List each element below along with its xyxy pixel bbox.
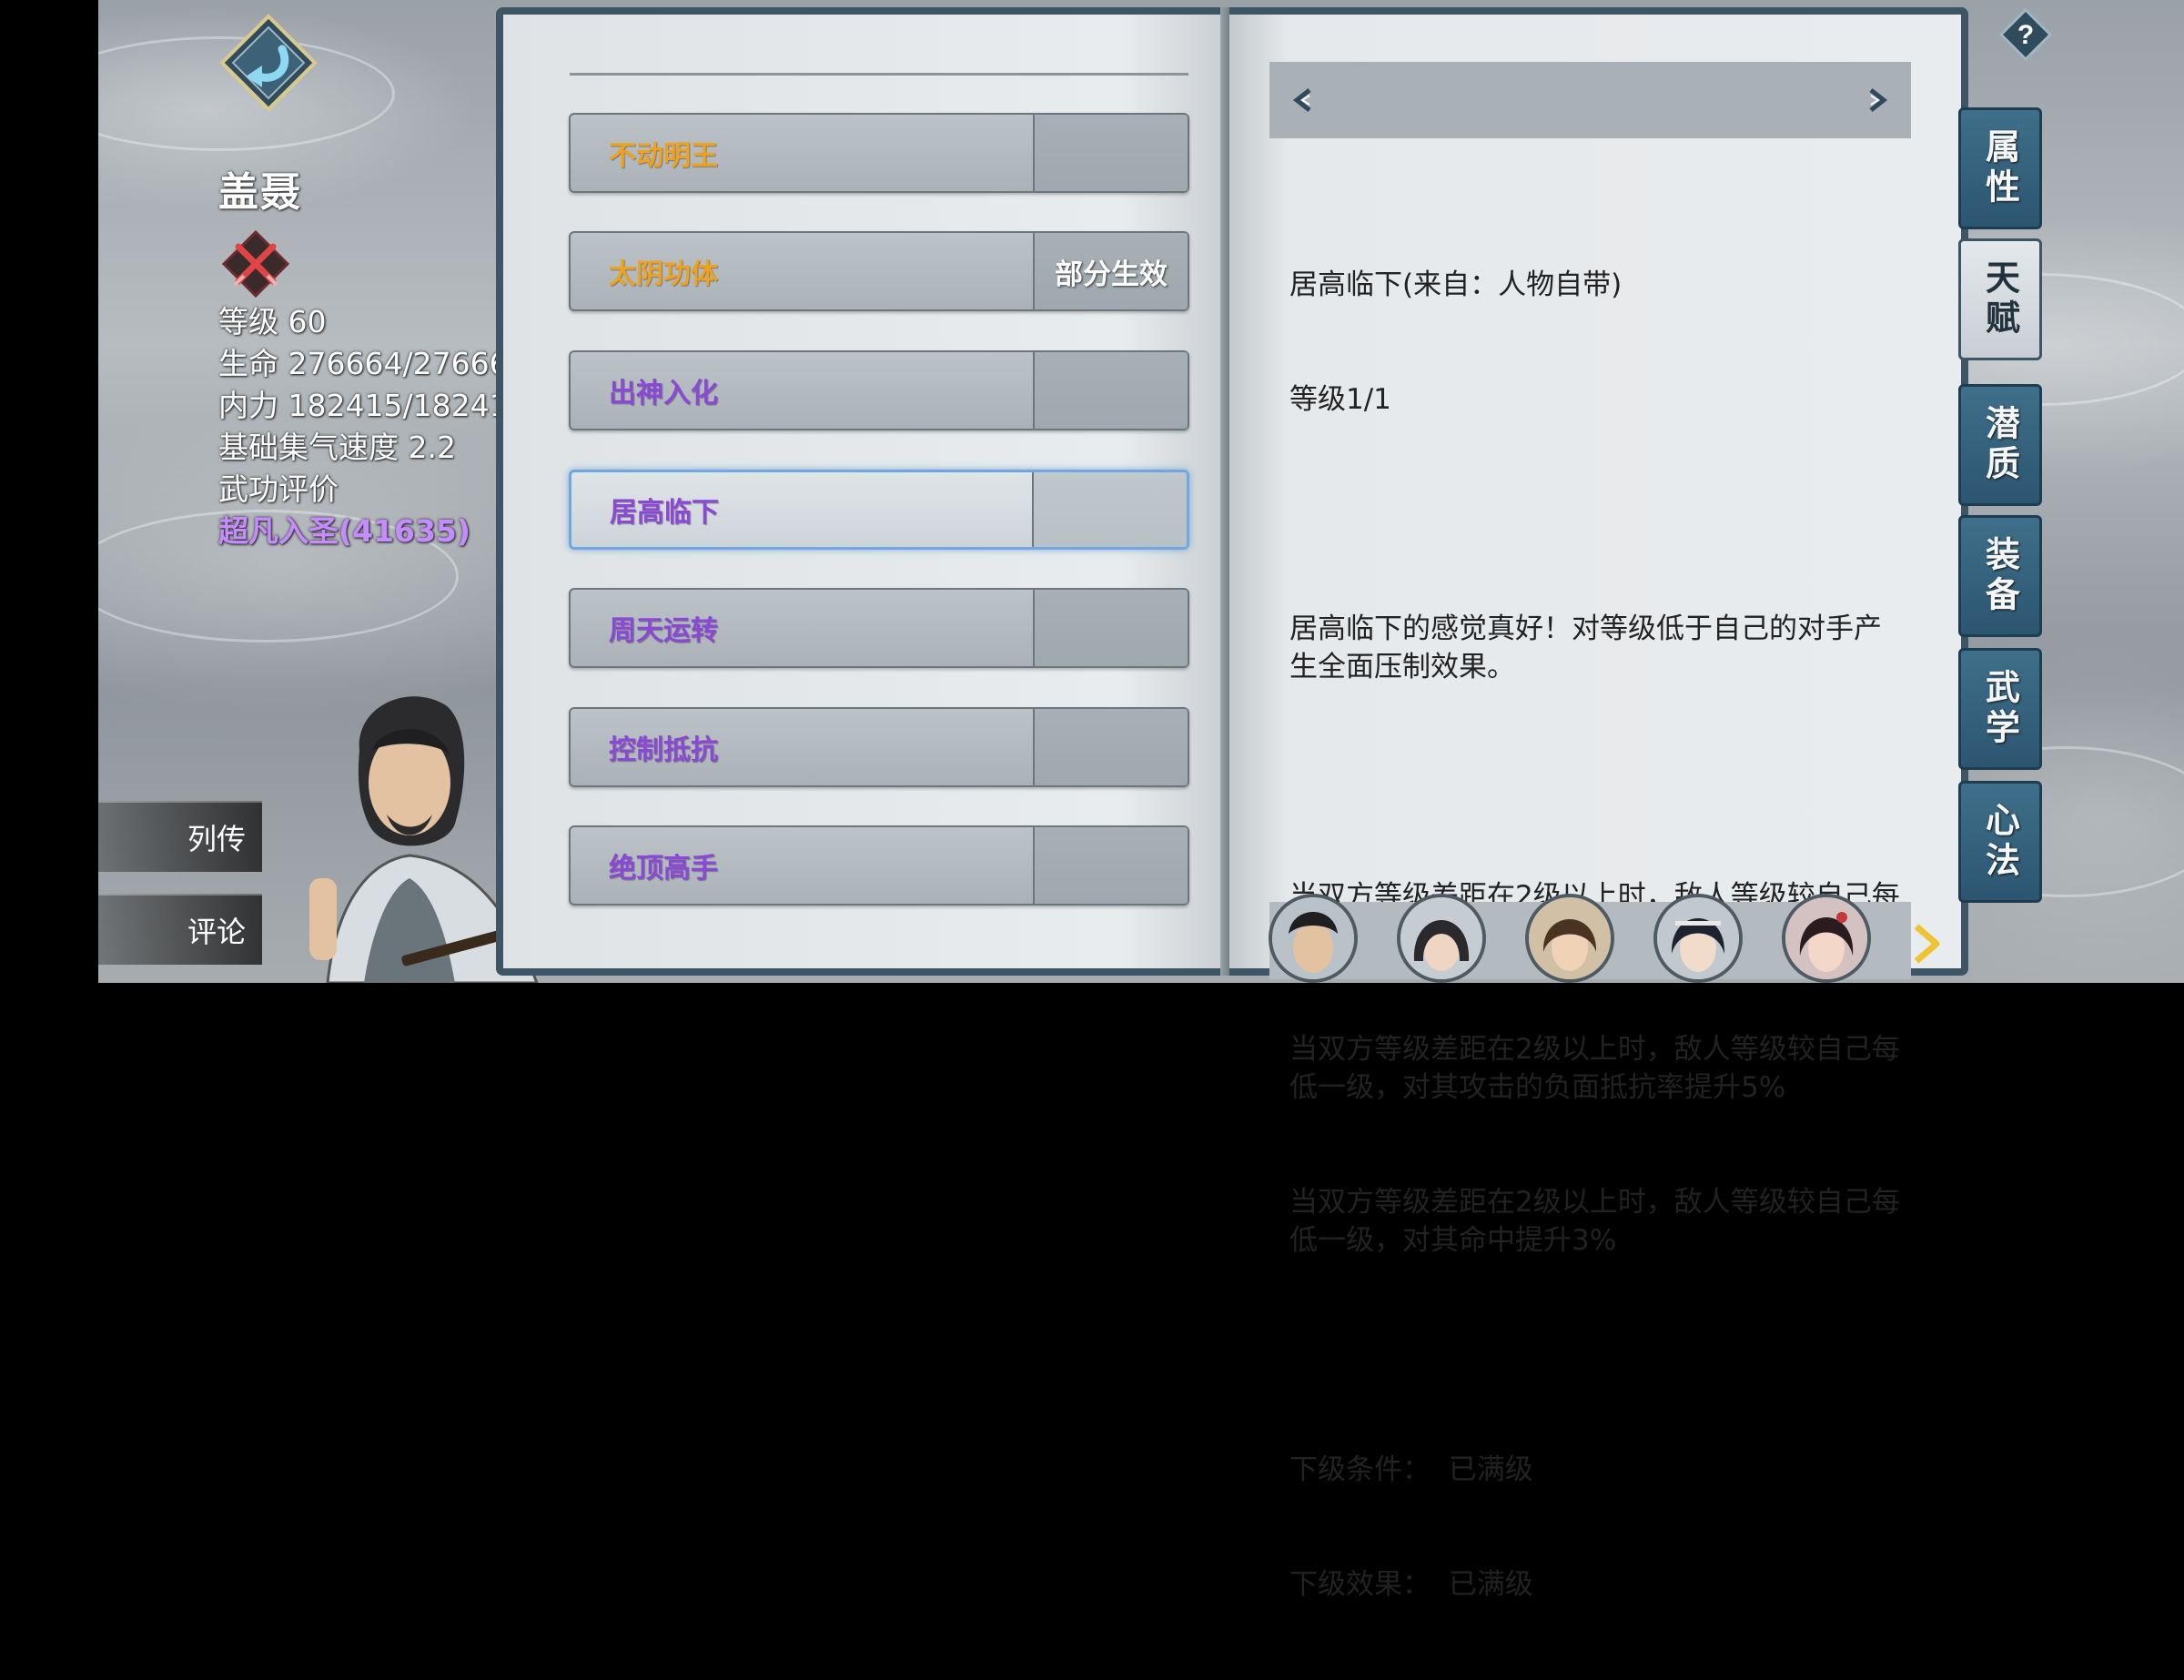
talent-name: 出神入化 — [609, 378, 718, 410]
talent-status — [1032, 472, 1187, 547]
tab-label: 心法 — [1979, 802, 2020, 882]
talent-status — [1033, 590, 1188, 666]
talent-list-page: 不动明王 太阴功体 部分生效 出神入化 居高临下 周天运转 控制抵抗 绝顶高手 — [496, 7, 1229, 976]
tab-talents[interactable]: 天赋 — [1958, 238, 2042, 360]
avatar-portrait-icon — [1657, 897, 1739, 979]
detail-effect: 当双方等级差距在2级以上时，敌人等级较自己每低一级，对其攻击的负面抵抗率提升5% — [1289, 1033, 1900, 1104]
talent-name: 居高临下 — [610, 497, 719, 529]
talent-status — [1033, 352, 1188, 429]
hp-stat: 生命 276664/276664 — [218, 346, 528, 381]
level-stat: 等级 60 — [218, 304, 327, 339]
tab-potential[interactable]: 潜质 — [1958, 384, 2042, 506]
detail-effect: 当双方等级差距在2级以上时，敌人等级较自己每低一级，对其命中提升3% — [1289, 1186, 1900, 1257]
avatar-portrait-icon — [1400, 897, 1482, 979]
next-arrow-icon — [1869, 88, 1888, 112]
talent-name: 控制抵抗 — [609, 734, 718, 766]
talent-row[interactable]: 控制抵抗 — [569, 707, 1189, 787]
internal-power-stat: 内力 182415/182415 — [218, 388, 528, 423]
tab-label: 属性 — [1979, 128, 2020, 208]
talent-status — [1033, 709, 1188, 785]
tab-label: 装备 — [1979, 536, 2020, 616]
rating-label: 武功评价 — [218, 471, 339, 507]
roster-avatar[interactable] — [1397, 894, 1486, 983]
talent-book: 不动明王 太阴功体 部分生效 出神入化 居高临下 周天运转 控制抵抗 绝顶高手 — [496, 7, 1970, 1601]
talent-row[interactable]: 周天运转 — [569, 588, 1189, 668]
avatar-portrait-icon — [1529, 897, 1611, 979]
detail-description: 居高临下的感觉真好！对等级低于自己的对手产生全面压制效果。 — [1289, 612, 1882, 683]
roster-next-button[interactable] — [1909, 921, 1946, 967]
talent-row-selected[interactable]: 居高临下 — [569, 470, 1189, 550]
rating-value: 超凡入圣(41635) — [218, 513, 470, 549]
tab-label: 武学 — [1979, 669, 2020, 749]
talent-detail-page: 居高临下(来自：人物自带) 等级1/1 居高临下的感觉真好！对等级低于自己的对手… — [1229, 7, 1968, 1601]
talent-status — [1033, 827, 1188, 904]
roster-avatar[interactable] — [1269, 894, 1358, 983]
tab-label: 潜质 — [1979, 405, 2020, 485]
avatar-portrait-icon — [1272, 897, 1354, 979]
tab-attributes[interactable]: 属性 — [1958, 107, 2042, 229]
chevron-right-icon — [1914, 924, 1940, 964]
roster-avatar[interactable] — [1782, 894, 1871, 983]
next-level-effect: 下级效果： 已满级 — [1289, 1568, 1533, 1601]
talent-row[interactable]: 不动明王 — [569, 113, 1189, 193]
tab-equipment[interactable]: 装备 — [1958, 515, 2042, 637]
detail-level: 等级1/1 — [1289, 383, 1391, 416]
talent-name: 绝顶高手 — [609, 853, 718, 885]
comment-button[interactable]: 评论 — [98, 894, 262, 965]
tab-martial-arts[interactable]: 武学 — [1958, 648, 2042, 770]
charge-speed-stat: 基础集气速度 2.2 — [218, 430, 456, 465]
back-arrow-icon — [219, 14, 318, 112]
talent-status: 部分生效 — [1033, 233, 1188, 309]
prev-arrow-button[interactable] — [1289, 86, 1317, 114]
talent-status — [1033, 115, 1188, 191]
next-arrow-button[interactable] — [1864, 86, 1891, 114]
talent-name: 周天运转 — [609, 615, 718, 647]
crossed-swords-icon — [221, 229, 290, 299]
prev-arrow-icon — [1292, 88, 1311, 112]
back-button[interactable] — [218, 13, 318, 113]
hero-info-panel: 盖聂 等级 60 生命 276664/276664 内力 182415/1824… — [218, 159, 528, 552]
svg-text:?: ? — [2017, 20, 2034, 50]
divider — [570, 73, 1188, 76]
talent-row[interactable]: 绝顶高手 — [569, 825, 1189, 906]
detail-title: 居高临下(来自：人物自带) — [1289, 268, 1623, 301]
talent-row[interactable]: 出神入化 — [569, 350, 1189, 430]
talent-row[interactable]: 太阴功体 部分生效 — [569, 231, 1189, 311]
detail-header — [1269, 62, 1911, 138]
help-icon: ? — [1998, 7, 2053, 62]
tab-mental-arts[interactable]: 心法 — [1958, 781, 2042, 903]
help-button[interactable]: ? — [1998, 7, 2053, 62]
talent-name: 不动明王 — [609, 140, 718, 172]
tab-label: 天赋 — [1979, 259, 2020, 339]
roster-avatar[interactable] — [1653, 894, 1743, 983]
roster-avatar[interactable] — [1525, 894, 1614, 983]
next-level-condition: 下级条件： 已满级 — [1289, 1453, 1533, 1486]
hero-name: 盖聂 — [218, 169, 302, 216]
avatar-portrait-icon — [1785, 897, 1867, 979]
biography-button[interactable]: 列传 — [98, 801, 262, 872]
talent-name: 太阴功体 — [609, 258, 718, 290]
